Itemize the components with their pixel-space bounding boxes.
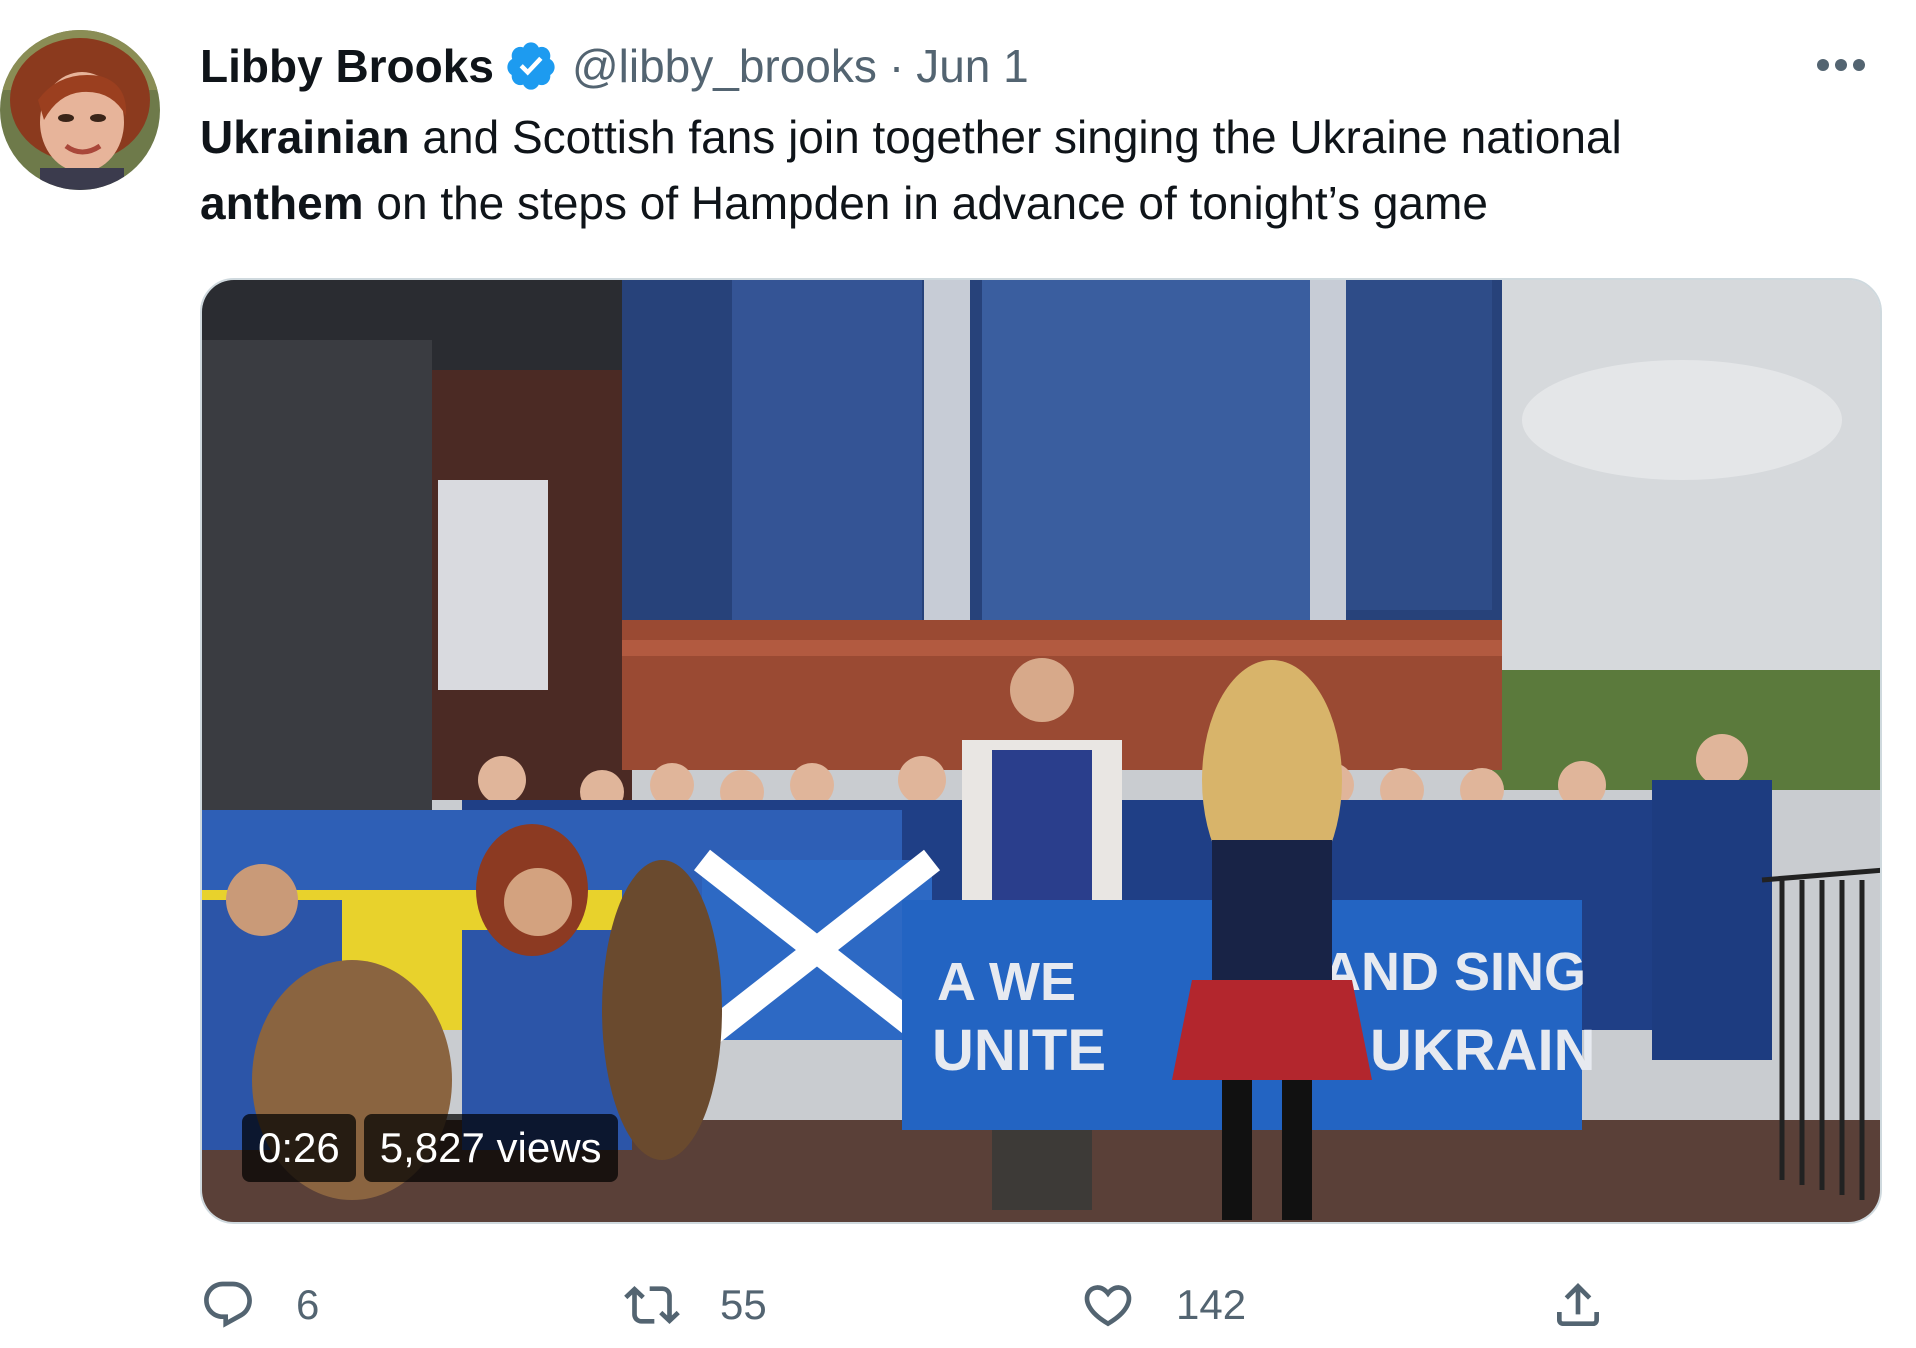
tweet[interactable]: Libby Brooks @libby_brooks · Jun 1 Ukrai…	[0, 0, 1916, 1348]
more-icon[interactable]	[1806, 40, 1876, 90]
share-button[interactable]	[1550, 1270, 1606, 1340]
tweet-text-part: on the steps of Hampden in advance of to…	[363, 177, 1488, 229]
retweet-count: 55	[720, 1281, 767, 1328]
video-info: 0:26 5,827 views	[242, 1114, 618, 1182]
video-thumbnail: A WE AND SING UNITE H UKRAIN	[202, 280, 1880, 1222]
reply-count: 6	[296, 1281, 320, 1328]
tweet-text: Ukrainian and Scottish fans join togethe…	[200, 104, 1880, 236]
share-icon	[1557, 1283, 1599, 1326]
avatar-image	[0, 30, 160, 190]
like-button[interactable]: 142	[1080, 1270, 1246, 1340]
separator-dot: ·	[888, 40, 905, 92]
heart-icon	[1084, 1285, 1132, 1327]
tweet-date[interactable]: Jun 1	[916, 39, 1029, 93]
tweet-header: Libby Brooks @libby_brooks · Jun 1	[200, 34, 1029, 98]
tweet-text-part: and Scottish fans join together singing …	[409, 111, 1622, 163]
banner-text: AND SING	[1322, 942, 1586, 1002]
video-duration: 0:26	[242, 1114, 356, 1182]
action-bar: 6 55 142	[200, 1270, 1680, 1340]
tweet-text-part: Ukrainian	[200, 111, 410, 163]
banner-text: A WE	[937, 952, 1076, 1012]
like-count: 142	[1176, 1281, 1247, 1328]
handle[interactable]: @libby_brooks	[572, 39, 877, 93]
reply-icon	[204, 1281, 252, 1328]
verified-badge-icon	[504, 39, 558, 93]
retweet-button[interactable]: 55	[624, 1270, 767, 1340]
video-player[interactable]: A WE AND SING UNITE H UKRAIN 0:26 5,827 …	[200, 278, 1882, 1224]
retweet-icon	[624, 1286, 680, 1324]
banner-text: UNITE	[932, 1018, 1106, 1083]
display-name[interactable]: Libby Brooks	[200, 39, 494, 93]
video-views: 5,827 views	[363, 1114, 618, 1182]
avatar[interactable]	[0, 30, 160, 190]
reply-button[interactable]: 6	[200, 1270, 319, 1340]
tweet-text-part: anthem	[200, 177, 364, 229]
